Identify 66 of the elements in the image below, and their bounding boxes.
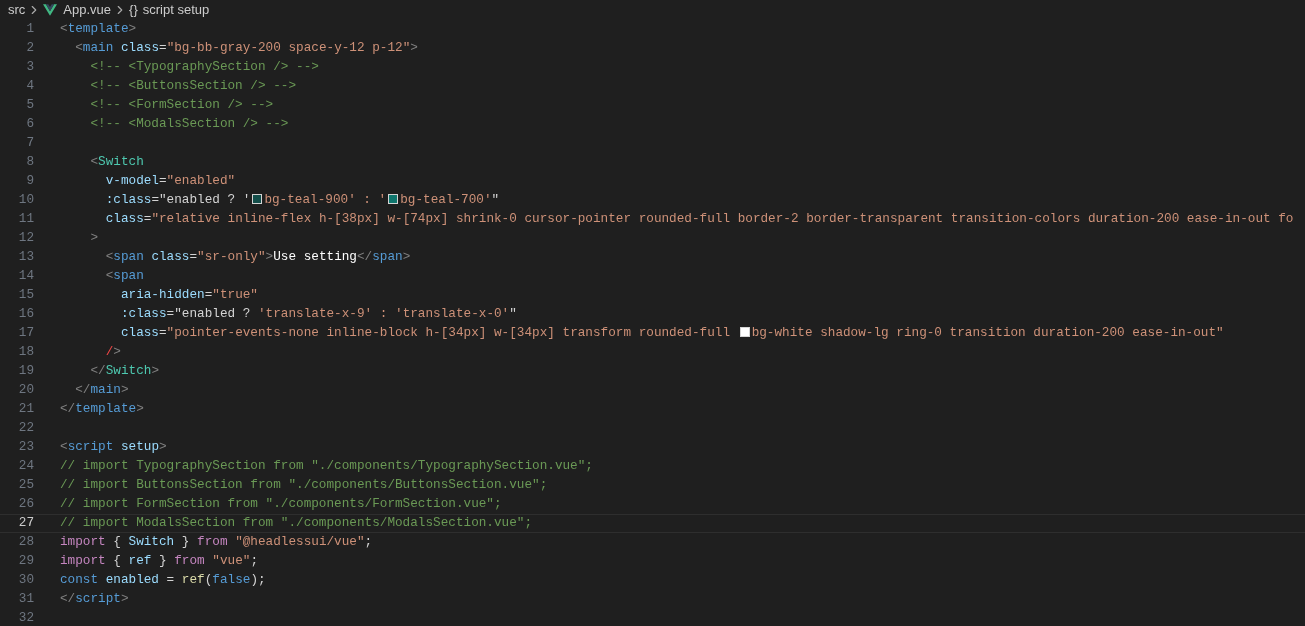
code-line: aria-hidden="true" — [119, 286, 258, 305]
line-number: 25 — [17, 476, 34, 495]
line-number: 4 — [25, 77, 34, 96]
line-number: 17 — [17, 324, 34, 343]
line-number: 10 — [17, 191, 34, 210]
code-line: <main class="bg-bb-gray-200 space-y-12 p-12"> — [74, 39, 418, 58]
code-line: import { Switch } from "@headlessui/vue"; — [60, 533, 373, 552]
code-line: // import TypographySection from "./components/TypographySection.vue"; — [60, 457, 593, 476]
code-line: const enabled = ref(false); — [60, 571, 266, 590]
line-number: 6 — [25, 115, 34, 134]
line-number: 28 — [17, 533, 34, 552]
code-line: <span — [104, 267, 144, 286]
line-number: 11 — [17, 210, 34, 229]
code-line: <!-- <ButtonsSection /> --> — [89, 77, 297, 96]
code-line: v-model="enabled" — [104, 172, 236, 191]
vue-logo-icon — [43, 3, 58, 16]
line-number: 32 — [17, 609, 34, 626]
code-line: import { ref } from "vue"; — [60, 552, 258, 571]
breadcrumb-item[interactable]: script setup — [142, 0, 210, 20]
line-number: 20 — [17, 381, 34, 400]
line-number: 31 — [17, 590, 34, 609]
code-line: <!-- <TypographySection /> --> — [89, 58, 319, 77]
code-line: <template> — [60, 20, 137, 39]
code-line: </template> — [60, 400, 144, 419]
code-line: <script setup> — [60, 438, 167, 457]
line-number: 3 — [25, 58, 34, 77]
line-number: 8 — [25, 153, 34, 172]
code-line: // import ModalsSection from "./components/ModalsSection.vue"; — [60, 514, 533, 533]
code-line: class="pointer-events-none inline-block h-[34px] w-[34px] transform rounded-full bg-white shadow-lg ring-0 transition duration-200 ease-in-out" — [119, 324, 1224, 343]
code-line: class="relative inline-flex h-[38px] w-[74px] shrink-0 cursor-pointer rounded-full border-2 border-transparent transition-colors duration-200 ease-in-out fo — [104, 210, 1294, 229]
line-number: 16 — [17, 305, 34, 324]
line-number: 30 — [17, 571, 34, 590]
line-number: 15 — [17, 286, 34, 305]
code-line: <!-- <FormSection /> --> — [89, 96, 274, 115]
code-line: <span class="sr-only">Use setting</span> — [104, 248, 411, 267]
line-number: 5 — [25, 96, 34, 115]
line-number: 24 — [17, 457, 34, 476]
code-line: // import FormSection from "./components/FormSection.vue"; — [60, 495, 502, 514]
braces-glyph: {} — [129, 1, 138, 19]
code-line: <Switch — [89, 153, 144, 172]
code-line: </Switch> — [89, 362, 159, 381]
line-number: 13 — [17, 248, 34, 267]
line-number: 21 — [17, 400, 34, 419]
line-number: 2 — [25, 39, 34, 58]
code-line: /> — [104, 343, 121, 362]
code-line: :class="enabled ? 'translate-x-9' : 'translate-x-0'" — [119, 305, 517, 324]
line-number: 14 — [17, 267, 34, 286]
line-number: 26 — [17, 495, 34, 514]
line-number: 29 — [17, 552, 34, 571]
code-line: </script> — [60, 590, 129, 609]
code-line: :class="enabled ? ' bg-teal-900' : ' bg-teal-700'" — [104, 191, 500, 210]
code-line: <!-- <ModalsSection /> --> — [89, 115, 289, 134]
line-number: 27 — [17, 514, 34, 533]
line-number: 18 — [17, 343, 34, 362]
code-line: // import ButtonsSection from "./components/ButtonsSection.vue"; — [60, 476, 548, 495]
line-number: 9 — [25, 172, 34, 191]
code-line: </main> — [74, 381, 129, 400]
line-number: 22 — [17, 419, 34, 438]
line-number: 7 — [25, 134, 34, 153]
line-number: 23 — [17, 438, 34, 457]
breadcrumb-item[interactable]: App.vue — [63, 0, 112, 20]
breadcrumb-item[interactable]: src — [8, 0, 26, 20]
code-line: > — [89, 229, 99, 248]
line-number: 1 — [25, 20, 34, 39]
line-number: 19 — [17, 362, 34, 381]
line-number: 12 — [17, 229, 34, 248]
